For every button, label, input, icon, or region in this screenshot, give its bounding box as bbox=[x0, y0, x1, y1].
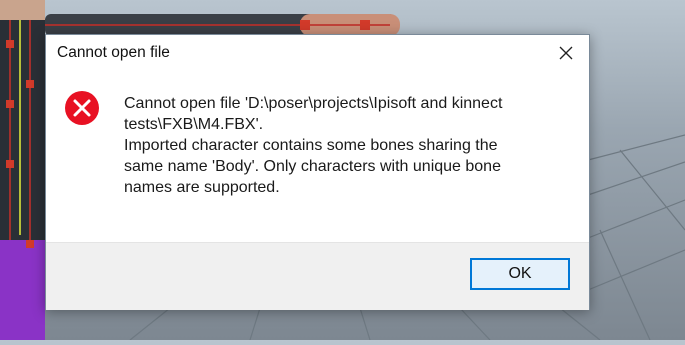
close-button[interactable] bbox=[543, 35, 589, 71]
dialog-footer: OK bbox=[46, 242, 589, 310]
dialog-body: Cannot open file 'D:\poser\projects\Ipis… bbox=[46, 73, 589, 243]
message-line: same name 'Body'. Only characters with u… bbox=[124, 158, 501, 175]
ok-button[interactable]: OK bbox=[470, 258, 570, 290]
close-icon bbox=[559, 46, 573, 60]
message-line: tests\FXB\M4.FBX'. bbox=[124, 116, 264, 133]
error-message: Cannot open file 'D:\poser\projects\Ipis… bbox=[124, 93, 574, 198]
message-line: Cannot open file 'D:\poser\projects\Ipis… bbox=[124, 95, 503, 112]
dialog-titlebar[interactable]: Cannot open file bbox=[46, 35, 589, 73]
error-dialog: Cannot open file Cannot open file 'D:\po… bbox=[45, 34, 590, 310]
error-icon bbox=[65, 91, 99, 125]
dialog-title: Cannot open file bbox=[57, 44, 170, 61]
message-line: Imported character contains some bones s… bbox=[124, 137, 498, 154]
message-line: names are supported. bbox=[124, 179, 280, 196]
